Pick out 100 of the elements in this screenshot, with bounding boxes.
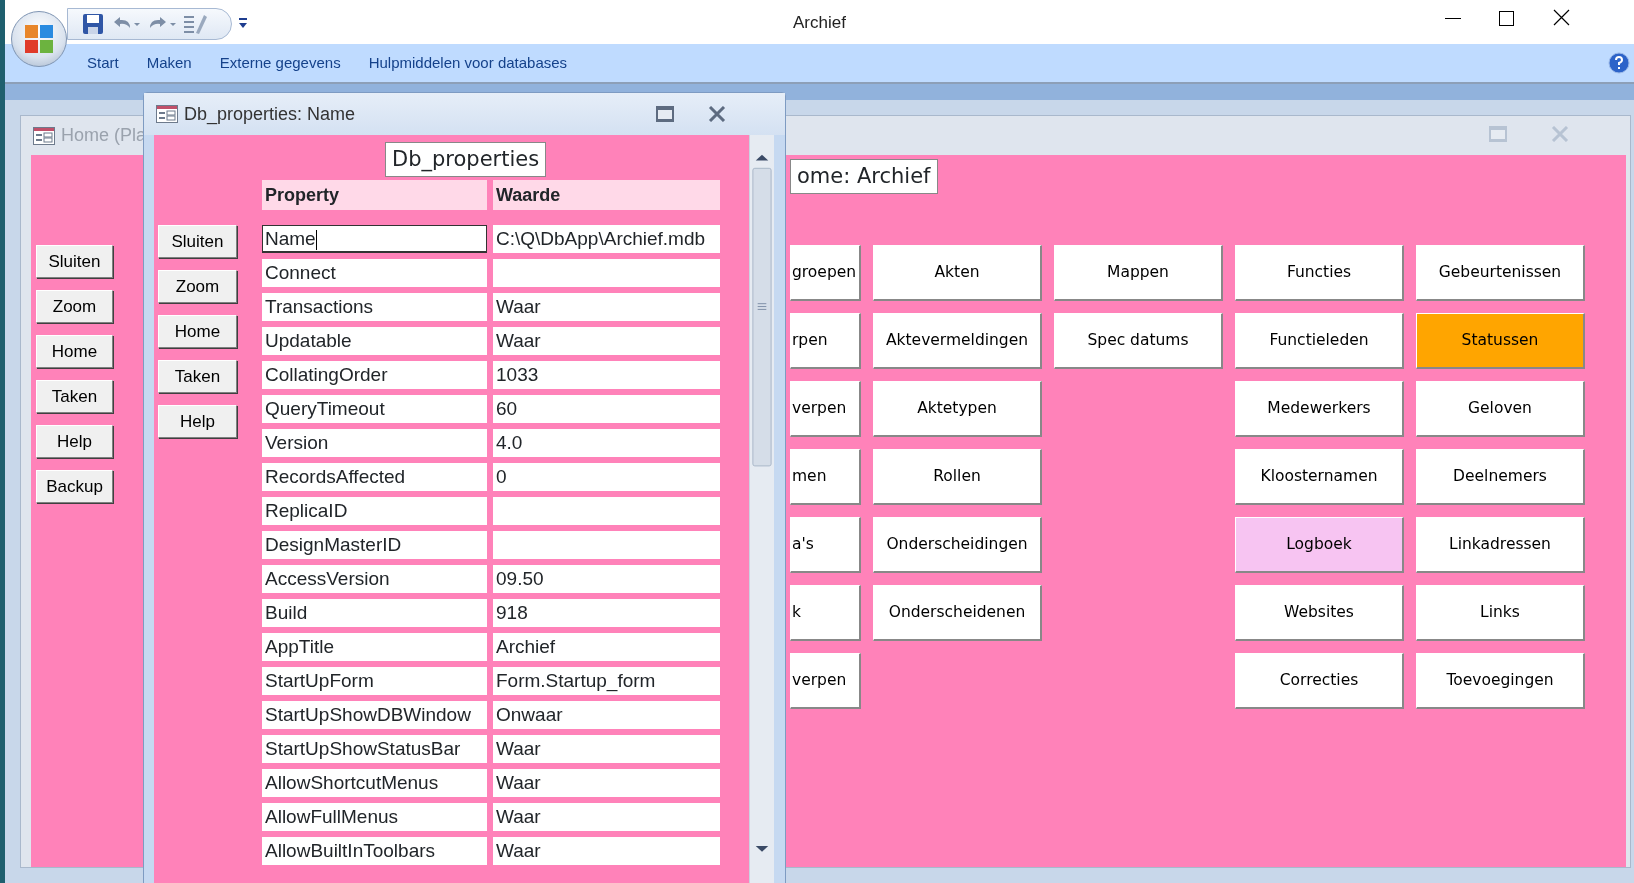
value-field[interactable] — [493, 531, 720, 559]
vertical-scrollbar[interactable] — [749, 135, 774, 883]
menu-button[interactable]: Statussen — [1416, 313, 1585, 369]
menu-button[interactable]: verpen — [790, 381, 861, 437]
menu-button[interactable]: Websites — [1235, 585, 1404, 641]
ribbon-tab[interactable]: Maken — [146, 51, 192, 75]
ribbon-tab[interactable]: Start — [87, 51, 119, 75]
property-field[interactable]: Transactions — [262, 293, 487, 321]
menu-button[interactable]: Aktevermeldingen — [873, 313, 1042, 369]
form-button[interactable]: Help — [158, 405, 237, 438]
logo-icon — [22, 22, 56, 56]
menu-button[interactable]: rpen — [790, 313, 861, 369]
form-button[interactable]: Taken — [158, 360, 237, 393]
value-field[interactable] — [493, 497, 720, 525]
value-field[interactable]: C:\Q\DbApp\Archief.mdb — [493, 225, 720, 253]
menu-button[interactable]: Aktetypen — [873, 381, 1042, 437]
value-field[interactable]: Waar — [493, 327, 720, 355]
menu-button[interactable]: Geloven — [1416, 381, 1585, 437]
property-field[interactable]: AllowShortcutMenus — [262, 769, 487, 797]
restore-icon[interactable] — [656, 106, 674, 122]
menu-button[interactable]: Links — [1416, 585, 1585, 641]
form-icon — [156, 105, 178, 123]
menu-button[interactable]: Linkadressen — [1416, 517, 1585, 573]
value-field[interactable]: 918 — [493, 599, 720, 627]
property-field[interactable]: StartUpShowDBWindow — [262, 701, 487, 729]
form-button[interactable]: Zoom — [158, 270, 237, 303]
menu-button[interactable]: Kloosternamen — [1235, 449, 1404, 505]
value-field[interactable]: Form.Startup_form — [493, 667, 720, 695]
menu-button[interactable]: Gebeurtenissen — [1416, 245, 1585, 301]
menu-button[interactable]: Onderscheidenen — [873, 585, 1042, 641]
property-field[interactable]: QueryTimeout — [262, 395, 487, 423]
menu-button[interactable]: Rollen — [873, 449, 1042, 505]
menu-button[interactable]: groepen — [790, 245, 861, 301]
property-field[interactable]: AllowFullMenus — [262, 803, 487, 831]
property-field[interactable]: CollatingOrder — [262, 361, 487, 389]
value-field[interactable]: 0 — [493, 463, 720, 491]
help-icon[interactable] — [1608, 52, 1630, 74]
menu-button[interactable]: verpen — [790, 653, 861, 709]
menu-button[interactable]: men — [790, 449, 861, 505]
value-field[interactable]: Waar — [493, 837, 720, 865]
menu-button[interactable]: Logboek — [1235, 517, 1404, 573]
menu-button[interactable]: Mappen — [1054, 245, 1223, 301]
menu-button[interactable]: Functies — [1235, 245, 1404, 301]
property-field[interactable]: ReplicaID — [262, 497, 487, 525]
form-heading: Db_properties — [385, 142, 547, 177]
ribbon-tab[interactable]: Externe gegevens — [219, 51, 341, 75]
column-header: Waarde — [493, 180, 720, 210]
property-field[interactable]: Updatable — [262, 327, 487, 355]
close-icon[interactable] — [1553, 8, 1571, 28]
property-field[interactable]: AppTitle — [262, 633, 487, 661]
form-button[interactable]: Home — [158, 315, 237, 348]
menu-button[interactable]: Medewerkers — [1235, 381, 1404, 437]
menu-button[interactable]: Functieleden — [1235, 313, 1404, 369]
maximize-icon[interactable] — [1499, 8, 1515, 28]
form-button[interactable]: Taken — [36, 380, 113, 413]
form-button[interactable]: Sluiten — [158, 225, 237, 258]
property-field[interactable]: StartUpForm — [262, 667, 487, 695]
property-field[interactable]: Connect — [262, 259, 487, 287]
value-field[interactable]: 09.50 — [493, 565, 720, 593]
ribbon-tab[interactable]: Hulpmiddelen voor databases — [368, 51, 568, 75]
property-field[interactable]: AccessVersion — [262, 565, 487, 593]
menu-button[interactable]: k — [790, 585, 861, 641]
value-field[interactable]: 60 — [493, 395, 720, 423]
save-icon[interactable] — [82, 13, 104, 35]
value-field[interactable]: 4.0 — [493, 429, 720, 457]
column-header: Property — [262, 180, 487, 210]
property-field[interactable]: Name — [262, 225, 487, 253]
office-button[interactable] — [11, 11, 67, 67]
customize-toolbar-icon[interactable] — [238, 17, 248, 29]
value-field[interactable] — [493, 259, 720, 287]
property-field[interactable]: AllowBuiltInToolbars — [262, 837, 487, 865]
window-title: Db_properties: Name — [184, 102, 356, 127]
form-button[interactable]: Zoom — [36, 290, 113, 323]
property-field[interactable]: DesignMasterID — [262, 531, 487, 559]
menu-button[interactable]: Spec datums — [1054, 313, 1223, 369]
menu-button[interactable]: Deelnemers — [1416, 449, 1585, 505]
window-title: Archief — [793, 13, 846, 32]
value-field[interactable]: Waar — [493, 769, 720, 797]
property-field[interactable]: RecordsAffected — [262, 463, 487, 491]
value-field[interactable]: Archief — [493, 633, 720, 661]
menu-button[interactable]: a's — [790, 517, 861, 573]
form-button[interactable]: Home — [36, 335, 113, 368]
value-field[interactable]: 1033 — [493, 361, 720, 389]
form-heading: ome: Archief — [790, 159, 938, 194]
form-button[interactable]: Sluiten — [36, 245, 113, 278]
property-field[interactable]: Build — [262, 599, 487, 627]
form-button[interactable]: Help — [36, 425, 113, 458]
value-field[interactable]: Onwaar — [493, 701, 720, 729]
property-field[interactable]: StartUpShowStatusBar — [262, 735, 487, 763]
menu-button[interactable]: Toevoegingen — [1416, 653, 1585, 709]
form-button[interactable]: Backup — [36, 470, 113, 503]
property-field[interactable]: Version — [262, 429, 487, 457]
menu-button[interactable]: Correcties — [1235, 653, 1404, 709]
menu-button[interactable]: Akten — [873, 245, 1042, 301]
value-field[interactable]: Waar — [493, 293, 720, 321]
menu-button[interactable]: Onderscheidingen — [873, 517, 1042, 573]
form-wizard-icon[interactable] — [182, 13, 208, 35]
value-field[interactable]: Waar — [493, 803, 720, 831]
form-icon — [33, 126, 55, 145]
value-field[interactable]: Waar — [493, 735, 720, 763]
